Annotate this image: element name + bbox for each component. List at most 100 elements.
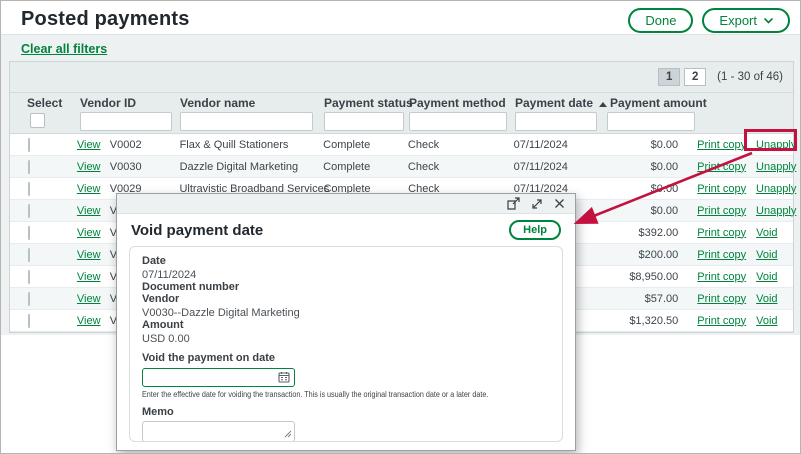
col-header-payment-method: Payment method [409, 96, 506, 110]
dialog-body: Date 07/11/2024 Document number Vendor V… [129, 246, 563, 442]
payment-method-cell: Check [408, 161, 514, 173]
view-link[interactable]: View [77, 293, 110, 305]
view-link[interactable]: View [77, 271, 110, 283]
filter-payment-date-input[interactable] [515, 112, 597, 131]
print-copy-link[interactable]: Print copy [678, 227, 748, 239]
dialog-field: Vendor V0030--Dazzle Digital Marketing [142, 293, 550, 319]
expand-icon[interactable] [530, 197, 543, 210]
payment-status-cell: Complete [323, 161, 408, 173]
close-icon[interactable] [553, 197, 566, 210]
print-copy-link[interactable]: Print copy [678, 249, 748, 261]
row-action-link[interactable]: Unapply [748, 205, 793, 217]
memo-label: Memo [142, 406, 550, 418]
col-header-vendor-name: Vendor name [180, 96, 255, 110]
payment-date-cell: 07/11/2024 [514, 161, 609, 173]
row-checkbox[interactable] [28, 270, 30, 284]
row-action-link[interactable]: Unapply [748, 183, 793, 195]
print-copy-link[interactable]: Print copy [678, 315, 748, 327]
pagination-page-1[interactable]: 1 [658, 68, 680, 86]
payment-amount-cell: $0.00 [608, 139, 678, 151]
field-label: Date [142, 255, 550, 267]
payment-amount-cell: $200.00 [608, 249, 678, 261]
view-link[interactable]: View [77, 205, 110, 217]
sort-ascending-icon [599, 102, 607, 107]
row-checkbox[interactable] [28, 182, 30, 196]
col-header-payment-date[interactable]: Payment date [515, 96, 607, 110]
dialog-title: Void payment date [131, 222, 263, 239]
field-value: 07/11/2024 [142, 269, 550, 281]
field-label: Amount [142, 319, 550, 331]
field-label: Document number [142, 281, 550, 293]
filter-vendor-name-input[interactable] [180, 112, 313, 131]
chevron-down-icon [764, 18, 773, 24]
filter-payment-status-input[interactable] [324, 112, 404, 131]
field-value: V0030--Dazzle Digital Marketing [142, 307, 550, 319]
view-link[interactable]: View [77, 315, 110, 327]
pop-out-icon[interactable] [507, 197, 520, 210]
export-button[interactable]: Export [702, 8, 790, 33]
row-action-link[interactable]: Unapply [748, 139, 793, 151]
payment-amount-cell: $0.00 [608, 183, 678, 195]
page-header: Posted payments Done Export [1, 1, 800, 34]
row-checkbox[interactable] [28, 226, 30, 240]
print-copy-link[interactable]: Print copy [678, 183, 748, 195]
filter-payment-method-input[interactable] [409, 112, 507, 131]
dialog-header: Void payment date Help [117, 214, 575, 244]
done-button-label: Done [645, 13, 676, 28]
row-action-link[interactable]: Void [748, 249, 793, 261]
row-action-link[interactable]: Unapply [748, 161, 793, 173]
done-button[interactable]: Done [628, 8, 693, 33]
payment-amount-cell: $8,950.00 [608, 271, 678, 283]
dialog-field: Amount USD 0.00 [142, 319, 550, 345]
view-link[interactable]: View [77, 139, 110, 151]
view-link[interactable]: View [77, 183, 110, 195]
view-link[interactable]: View [77, 161, 110, 173]
row-checkbox[interactable] [28, 292, 30, 306]
table-row: View V0030 Dazzle Digital Marketing Comp… [10, 156, 793, 178]
view-link[interactable]: View [77, 227, 110, 239]
pagination-page-2[interactable]: 2 [684, 68, 706, 86]
void-date-helper-text: Enter the effective date for voiding the… [142, 390, 509, 399]
print-copy-link[interactable]: Print copy [678, 139, 748, 151]
row-action-link[interactable]: Void [748, 227, 793, 239]
payment-amount-cell: $392.00 [608, 227, 678, 239]
row-checkbox[interactable] [28, 138, 30, 152]
export-button-label: Export [719, 13, 757, 28]
print-copy-link[interactable]: Print copy [678, 205, 748, 217]
dialog-field: Date 07/11/2024 [142, 255, 550, 281]
header-actions: Done Export [628, 8, 790, 33]
row-checkbox[interactable] [28, 204, 30, 218]
row-action-link[interactable]: Void [748, 271, 793, 283]
row-action-link[interactable]: Void [748, 315, 793, 327]
print-copy-link[interactable]: Print copy [678, 293, 748, 305]
select-all-checkbox[interactable] [30, 113, 45, 128]
help-button[interactable]: Help [509, 220, 561, 240]
void-date-label: Void the payment on date [142, 352, 550, 364]
filter-vendor-id-input[interactable] [80, 112, 172, 131]
row-checkbox[interactable] [28, 160, 30, 174]
print-copy-link[interactable]: Print copy [678, 161, 748, 173]
row-checkbox[interactable] [28, 314, 30, 328]
calendar-icon[interactable] [278, 370, 290, 388]
page-title: Posted payments [21, 8, 190, 31]
clear-all-filters-link[interactable]: Clear all filters [21, 42, 107, 56]
void-payment-date-dialog: Void payment date Help Date 07/11/2024 D… [116, 193, 576, 451]
filter-payment-amount-input[interactable] [607, 112, 695, 131]
void-date-input[interactable] [142, 368, 295, 387]
row-action-link[interactable]: Void [748, 293, 793, 305]
resize-handle-icon[interactable] [284, 425, 292, 443]
posted-payments-screen: Posted payments Done Export Clear all fi… [0, 0, 801, 454]
view-link[interactable]: View [77, 249, 110, 261]
print-copy-link[interactable]: Print copy [678, 271, 748, 283]
dialog-field: Document number [142, 281, 550, 293]
vendor-name-cell: Dazzle Digital Marketing [180, 161, 324, 173]
row-checkbox[interactable] [28, 248, 30, 262]
pagination-range: (1 - 30 of 46) [717, 71, 783, 83]
col-header-vendor-id: Vendor ID [80, 96, 136, 110]
vendor-name-cell: Flax & Quill Stationers [180, 139, 324, 151]
memo-textarea[interactable] [142, 421, 295, 442]
vendor-id-cell: V0030 [110, 161, 180, 173]
payment-amount-cell: $57.00 [608, 293, 678, 305]
field-label: Vendor [142, 293, 550, 305]
payment-date-cell: 07/11/2024 [514, 139, 609, 151]
